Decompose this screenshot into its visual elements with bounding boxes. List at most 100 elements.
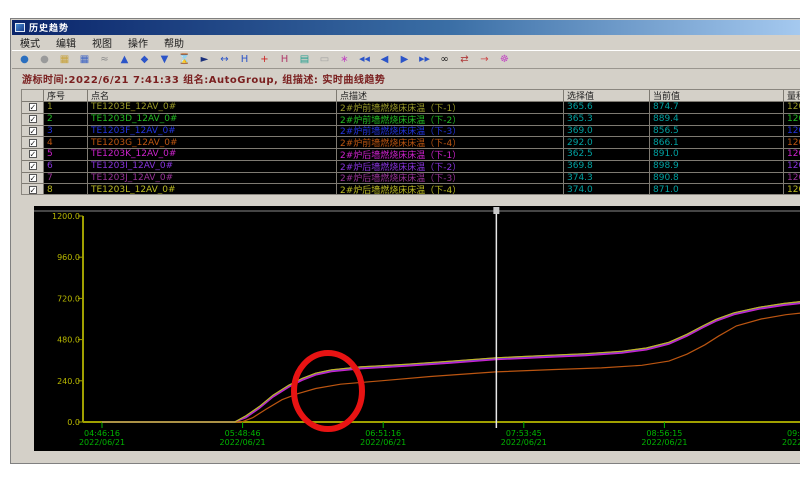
- row-tag-name: TE1203D_12AV_0#: [88, 114, 337, 125]
- x-tick-date: 2022/06/21: [641, 438, 687, 447]
- cursor-time-status: 游标时间:2022/6/21 7:41:33 组名:AutoGroup, 组描述…: [22, 71, 385, 86]
- x-tick-date: 2022/06/21: [782, 438, 800, 447]
- jump-right-icon[interactable]: →: [476, 52, 493, 67]
- table-row[interactable]: ✓5TE1203K_12AV_0#2#炉后墙燃烧床床温（下-1）362.5891…: [22, 149, 800, 161]
- row-selected-value: 369.8: [564, 161, 650, 172]
- row-selected-value: 292.0: [564, 137, 650, 148]
- row-index: 1: [44, 102, 88, 113]
- menu-item-4[interactable]: 帮助: [164, 35, 184, 50]
- tag-table: 序号 点名 点描述 选择值 当前值 量程 ✓1TE1203E_12AV_0#2#…: [21, 89, 800, 195]
- trend-mode-icon[interactable]: ●: [16, 52, 33, 67]
- table-row[interactable]: ✓7TE1203J_12AV_0#2#炉后墙燃烧床床温（下-3）374.3890…: [22, 173, 800, 185]
- add-cursor-icon[interactable]: +: [256, 52, 273, 67]
- row-range: 1200.0: [784, 126, 800, 137]
- x-tick-time: 07:53:45: [506, 429, 542, 438]
- snapshot-icon[interactable]: ☸: [496, 52, 513, 67]
- menu-item-0[interactable]: 模式: [20, 35, 40, 50]
- row-checkbox-cell: ✓: [22, 173, 44, 184]
- row-checkbox-cell: ✓: [22, 102, 44, 113]
- step-back-icon[interactable]: ◀: [376, 52, 393, 67]
- x-tick-time: 06:51:16: [365, 429, 401, 438]
- goto-cursor-icon[interactable]: ⇄: [456, 52, 473, 67]
- row-current-value: 866.1: [650, 137, 784, 148]
- row-current-value: 856.5: [650, 126, 784, 137]
- row-tag-name: TE1203E_12AV_0#: [88, 102, 337, 113]
- print-icon[interactable]: ▤: [296, 52, 313, 67]
- row-current-value: 898.9: [650, 161, 784, 172]
- table-row[interactable]: ✓8TE1203L_12AV_0#2#炉后墙燃烧床床温（下-4）374.0871…: [22, 184, 800, 195]
- row-current-value: 890.8: [650, 173, 784, 184]
- row-description: 2#炉后墙燃烧床床温（下-1）: [337, 149, 564, 160]
- x-tick-time: 09:58:45: [787, 429, 800, 438]
- table-row[interactable]: ✓2TE1203D_12AV_0#2#炉前墙燃烧床床温（下-2）365.3889…: [22, 114, 800, 126]
- menu-item-2[interactable]: 视图: [92, 35, 112, 50]
- row-index: 3: [44, 126, 88, 137]
- row-index: 8: [44, 184, 88, 195]
- history-trend-window: 历史趋势 模式编辑视图操作帮助 ●●▦▦≈▲◆▼⌛►↔H+H▤▭∗◀◀◀▶▶▶∞…: [10, 18, 800, 464]
- fast-rewind-icon[interactable]: ◀◀: [356, 52, 373, 67]
- row-checkbox[interactable]: ✓: [29, 139, 37, 147]
- x-tick-time: 08:56:15: [646, 429, 682, 438]
- menu-item-1[interactable]: 编辑: [56, 35, 76, 50]
- next-bound-icon[interactable]: H: [276, 52, 293, 67]
- x-tick-date: 2022/06/21: [79, 438, 125, 447]
- row-checkbox[interactable]: ✓: [29, 162, 37, 170]
- row-checkbox[interactable]: ✓: [29, 174, 37, 182]
- trend-chart[interactable]: 0.0240.0480.0720.0960.01200.004:46:16202…: [34, 206, 800, 451]
- chart-cursor-handle[interactable]: [493, 207, 499, 214]
- table-header-row: 序号 点名 点描述 选择值 当前值 量程: [22, 90, 800, 102]
- search-icon[interactable]: ∞: [436, 52, 453, 67]
- scatter-icon[interactable]: ∗: [336, 52, 353, 67]
- fast-forward-icon[interactable]: ▶▶: [416, 52, 433, 67]
- row-index: 7: [44, 173, 88, 184]
- row-index: 4: [44, 137, 88, 148]
- title-bar[interactable]: 历史趋势: [12, 20, 800, 35]
- row-checkbox[interactable]: ✓: [29, 103, 37, 111]
- trend-curve: [102, 302, 800, 423]
- row-checkbox[interactable]: ✓: [29, 186, 37, 194]
- hourglass-icon[interactable]: ⌛: [176, 52, 193, 67]
- copy-icon[interactable]: ▭: [316, 52, 333, 67]
- curve-view-icon[interactable]: ≈: [96, 52, 113, 67]
- table-row[interactable]: ✓3TE1203F_12AV_0#2#炉前墙燃烧床床温（下-3）369.0856…: [22, 126, 800, 138]
- row-checkbox[interactable]: ✓: [29, 150, 37, 158]
- down-arrow-icon[interactable]: ▼: [156, 52, 173, 67]
- row-selected-value: 365.3: [564, 114, 650, 125]
- row-selected-value: 365.6: [564, 102, 650, 113]
- zoom-out-vertical-icon[interactable]: ◆: [136, 52, 153, 67]
- menu-item-3[interactable]: 操作: [128, 35, 148, 50]
- open-folder-icon[interactable]: ▦: [56, 52, 73, 67]
- table-view-icon[interactable]: ▦: [76, 52, 93, 67]
- row-description: 2#炉后墙燃烧床床温（下-4）: [337, 184, 564, 195]
- prev-bound-icon[interactable]: H: [236, 52, 253, 67]
- header-index: 序号: [44, 90, 88, 101]
- x-tick-time: 04:46:16: [84, 429, 120, 438]
- row-index: 5: [44, 149, 88, 160]
- row-current-value: 889.4: [650, 114, 784, 125]
- table-row[interactable]: ✓6TE1203I_12AV_0#2#炉后墙燃烧床床温（下-2）369.8898…: [22, 161, 800, 173]
- x-tick-time: 05:48:46: [225, 429, 261, 438]
- pause-icon[interactable]: ●: [36, 52, 53, 67]
- row-checkbox[interactable]: ✓: [29, 115, 37, 123]
- table-row[interactable]: ✓4TE1203G_12AV_0#2#炉前墙燃烧床床温（下-4）292.0866…: [22, 137, 800, 149]
- table-row[interactable]: ✓1TE1203E_12AV_0#2#炉前墙燃烧床床温（下-1）365.6874…: [22, 102, 800, 114]
- row-current-value: 891.0: [650, 149, 784, 160]
- header-range: 量程: [784, 90, 800, 101]
- header-current-value: 当前值: [650, 90, 784, 101]
- status-bar: 游标时间:2022/6/21 7:41:33 组名:AutoGroup, 组描述…: [12, 69, 800, 87]
- header-selected-value: 选择值: [564, 90, 650, 101]
- row-description: 2#炉前墙燃烧床床温（下-3）: [337, 126, 564, 137]
- row-description: 2#炉前墙燃烧床床温（下-2）: [337, 114, 564, 125]
- row-selected-value: 374.3: [564, 173, 650, 184]
- row-selected-value: 362.5: [564, 149, 650, 160]
- pointer-icon[interactable]: ►: [196, 52, 213, 67]
- row-checkbox[interactable]: ✓: [29, 127, 37, 135]
- row-selected-value: 369.0: [564, 126, 650, 137]
- fit-horizontal-icon[interactable]: ↔: [216, 52, 233, 67]
- highlight-circle-annotation: [294, 353, 362, 429]
- y-tick-label: 0.0: [67, 418, 80, 427]
- row-description: 2#炉前墙燃烧床床温（下-1）: [337, 102, 564, 113]
- row-description: 2#炉后墙燃烧床床温（下-2）: [337, 161, 564, 172]
- step-forward-icon[interactable]: ▶: [396, 52, 413, 67]
- zoom-in-vertical-icon[interactable]: ▲: [116, 52, 133, 67]
